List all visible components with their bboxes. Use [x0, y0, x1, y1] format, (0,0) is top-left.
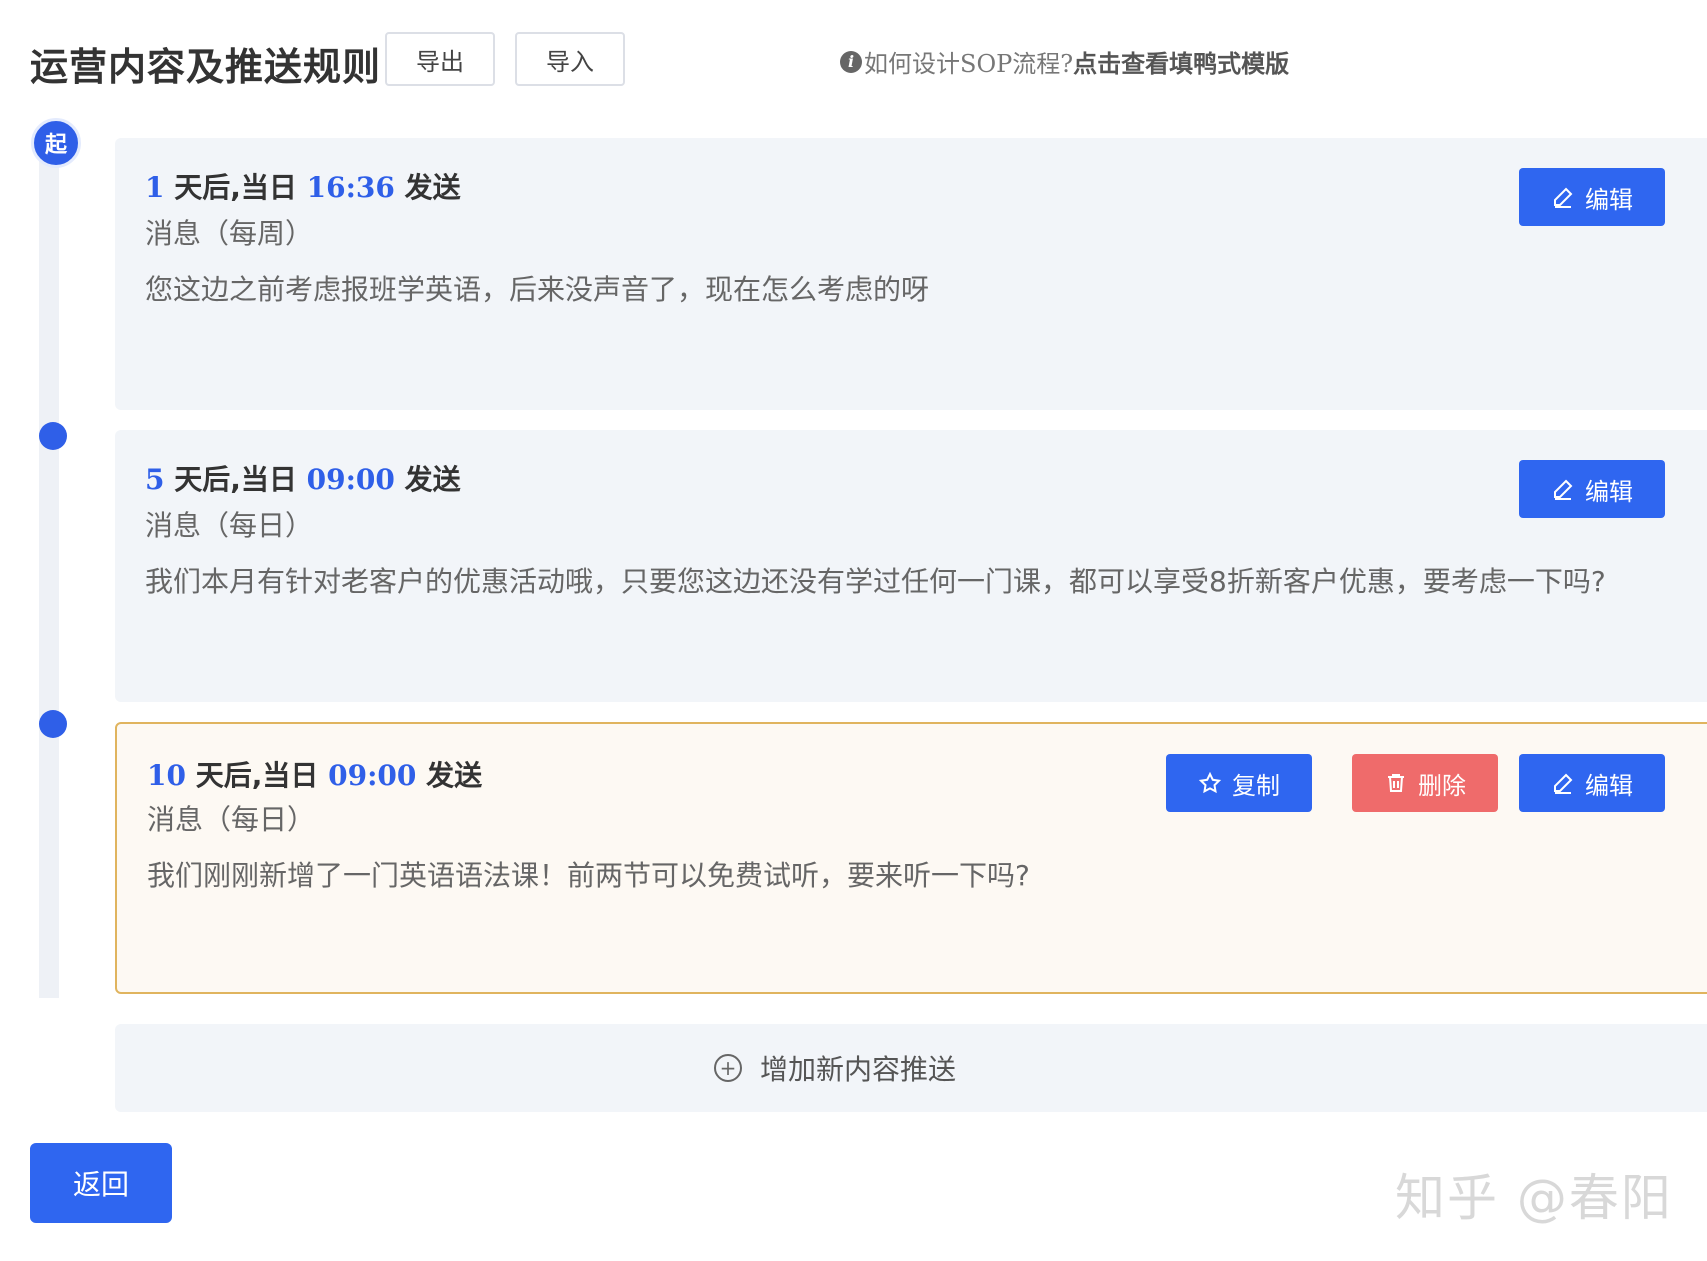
copy-button[interactable]: 复制 [1166, 754, 1312, 812]
trash-icon [1388, 774, 1404, 792]
copy-label: 复制 [1232, 771, 1280, 800]
delete-label: 删除 [1418, 771, 1466, 800]
card-days: 1 [145, 171, 165, 204]
card-days-suffix: 天后,当日 [185, 759, 329, 792]
export-button[interactable]: 导出 [385, 32, 495, 86]
push-card-2[interactable]: 5 天后,当日 09:00 发送 消息（每日） 我们本月有针对老客户的优惠活动哦… [115, 430, 1707, 702]
pencil-icon [1554, 773, 1573, 794]
timeline-dot [39, 710, 67, 738]
card-time: 16:36 [306, 171, 395, 204]
pencil-icon [1554, 479, 1573, 500]
delete-button[interactable]: 删除 [1352, 754, 1498, 812]
edit-button[interactable]: 编辑 [1519, 460, 1665, 518]
star-icon [1198, 771, 1222, 794]
card-days: 5 [145, 463, 165, 496]
back-button[interactable]: 返回 [30, 1143, 172, 1223]
card-send-label: 发送 [394, 171, 461, 204]
import-button[interactable]: 导入 [515, 32, 625, 86]
push-card-1[interactable]: 1 天后,当日 16:36 发送 消息（每周） 您这边之前考虑报班学英语，后来没… [115, 138, 1707, 410]
edit-label: 编辑 [1585, 185, 1633, 214]
watermark: 知乎 @春阳 [1395, 1169, 1673, 1227]
card-type: 消息（每周） [145, 217, 314, 250]
edit-label: 编辑 [1585, 771, 1633, 800]
card-days-suffix: 天后,当日 [164, 171, 307, 204]
page-title: 运营内容及推送规则 [30, 45, 382, 89]
help-hint[interactable]: i 如何设计SOP流程? 点击查看填鸭式模版 [840, 44, 1289, 79]
card-days: 10 [147, 759, 186, 792]
timeline-start-node: 起 [31, 118, 81, 168]
edit-label: 编辑 [1585, 477, 1633, 506]
add-content-button[interactable]: + 增加新内容推送 [115, 1024, 1707, 1112]
card-content: 我们本月有针对老客户的优惠活动哦，只要您这边还没有学过任何一门课，都可以享受8折… [145, 565, 1606, 598]
push-card-3[interactable]: 10 天后,当日 09:00 发送 消息（每日） 我们刚刚新增了一门英语语法课！… [115, 722, 1707, 994]
card-send-label: 发送 [416, 759, 483, 792]
help-question: 如何设计SOP流程? [864, 50, 1074, 78]
timeline-dot [39, 422, 67, 450]
card-time: 09:00 [306, 463, 395, 496]
edit-button[interactable]: 编辑 [1519, 754, 1665, 812]
card-content: 您这边之前考虑报班学英语，后来没声音了，现在怎么考虑的呀 [145, 273, 930, 306]
card-schedule: 5 天后,当日 09:00 发送 [145, 458, 461, 498]
card-days-suffix: 天后,当日 [164, 463, 307, 496]
timeline-line [39, 160, 59, 998]
card-type: 消息（每日） [145, 509, 314, 542]
header: 运营内容及推送规则 导出 导入 i 如何设计SOP流程? 点击查看填鸭式模版 [30, 30, 1680, 90]
card-content: 我们刚刚新增了一门英语语法课！前两节可以免费试听，要来听一下吗? [147, 859, 1030, 892]
pencil-icon [1554, 187, 1573, 208]
plus-circle-icon: + [713, 1054, 742, 1082]
card-type: 消息（每日） [147, 803, 316, 836]
card-send-label: 发送 [394, 463, 461, 496]
template-link[interactable]: 点击查看填鸭式模版 [1073, 44, 1289, 79]
info-icon: i [840, 50, 862, 73]
card-time: 09:00 [328, 759, 417, 792]
card-schedule: 10 天后,当日 09:00 发送 [147, 754, 482, 794]
edit-button[interactable]: 编辑 [1519, 168, 1665, 226]
card-schedule: 1 天后,当日 16:36 发送 [145, 166, 461, 206]
add-content-label: 增加新内容推送 [759, 1053, 956, 1086]
